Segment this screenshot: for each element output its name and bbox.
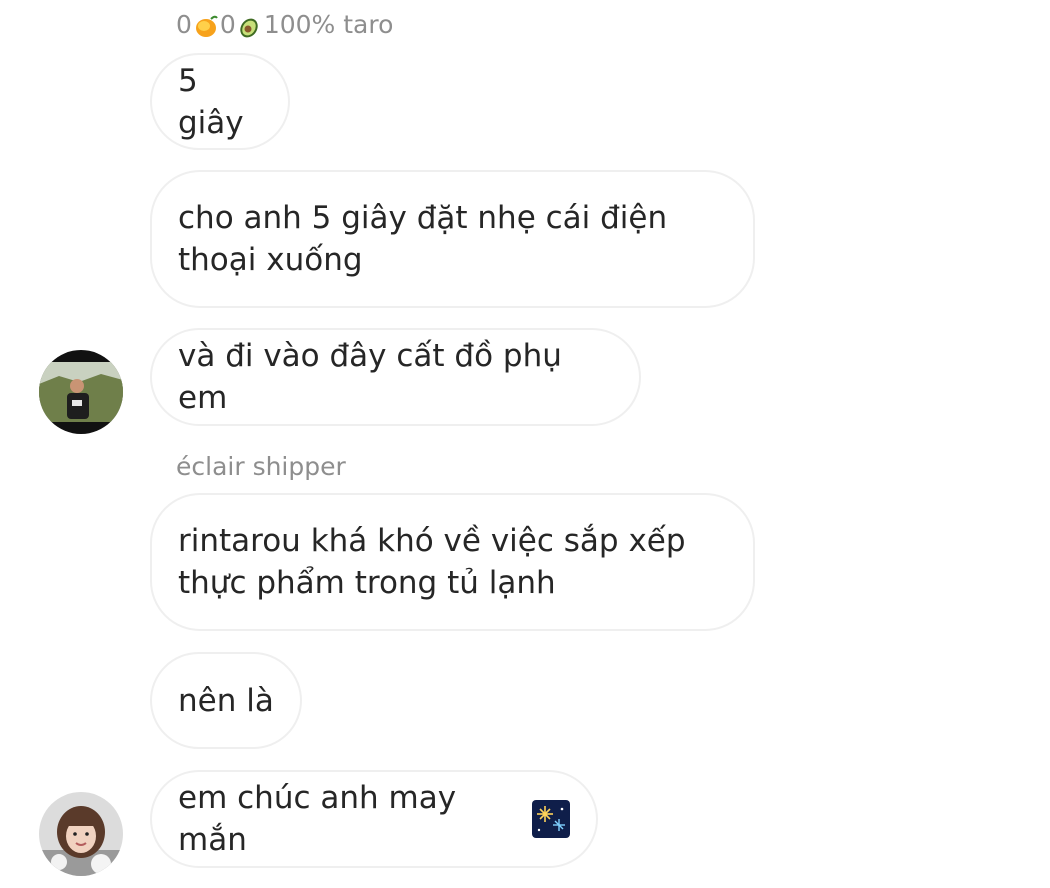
message-text: em chúc anh may mắn	[178, 780, 466, 858]
status-text: 100% taro	[263, 10, 394, 39]
message-text: 5 giây	[178, 62, 244, 141]
mango-count: 0	[176, 10, 192, 39]
avatar[interactable]	[39, 350, 123, 434]
sender-name: éclair shipper	[176, 452, 346, 481]
message-bubble[interactable]: 5 giây	[150, 53, 290, 150]
message-text: và đi vào đây cất đồ phụ em	[178, 338, 572, 416]
avocado-count: 0	[219, 10, 236, 39]
message-text: cho anh 5 giây đặt nhẹ cái điện thoại xu…	[178, 200, 668, 278]
sender-label-top: 0 0 100% taro	[176, 10, 393, 40]
message-bubble[interactable]: nên là	[150, 652, 302, 749]
message-bubble[interactable]: rintarou khá khó về việc sắp xếp thực ph…	[150, 493, 755, 631]
message-bubble[interactable]: và đi vào đây cất đồ phụ em	[150, 328, 641, 426]
mango-icon	[193, 13, 219, 39]
message-text: rintarou khá khó về việc sắp xếp thực ph…	[178, 523, 686, 601]
avatar[interactable]	[39, 792, 123, 876]
avocado-icon	[237, 13, 263, 39]
fireworks-icon	[532, 800, 570, 838]
message-text: nên là	[178, 682, 274, 719]
message-bubble[interactable]: cho anh 5 giây đặt nhẹ cái điện thoại xu…	[150, 170, 755, 308]
message-bubble[interactable]: em chúc anh may mắn	[150, 770, 598, 868]
